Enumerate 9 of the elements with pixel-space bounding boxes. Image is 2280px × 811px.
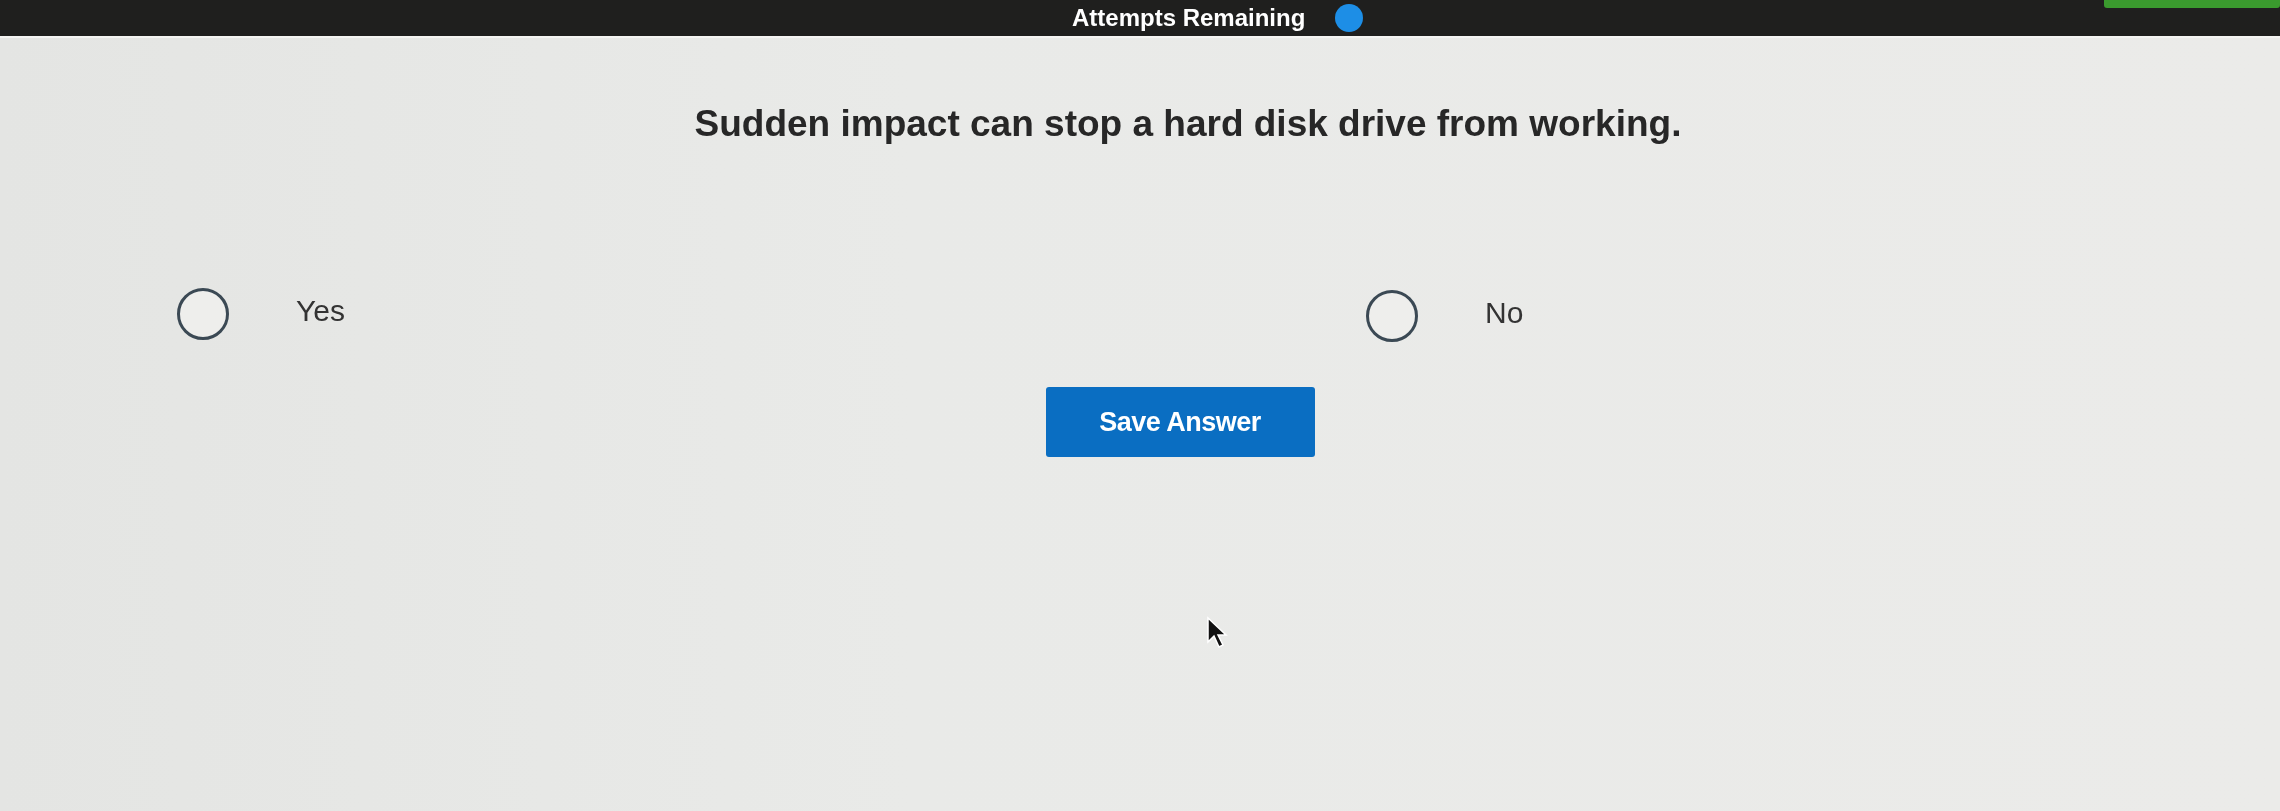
question-text: Sudden impact can stop a hard disk drive from working. bbox=[694, 102, 1682, 146]
radio-button[interactable] bbox=[176, 287, 230, 341]
attempts-title: Attempts Remaining bbox=[1072, 4, 1306, 32]
option-label: No bbox=[1485, 296, 1524, 330]
radio-button[interactable] bbox=[1365, 289, 1419, 343]
round-badge-icon bbox=[1335, 4, 1364, 32]
save-answer-button[interactable]: Save Answer bbox=[1045, 387, 1315, 457]
option-label: Yes bbox=[296, 294, 345, 328]
mouse-pointer-icon bbox=[1206, 616, 1228, 650]
